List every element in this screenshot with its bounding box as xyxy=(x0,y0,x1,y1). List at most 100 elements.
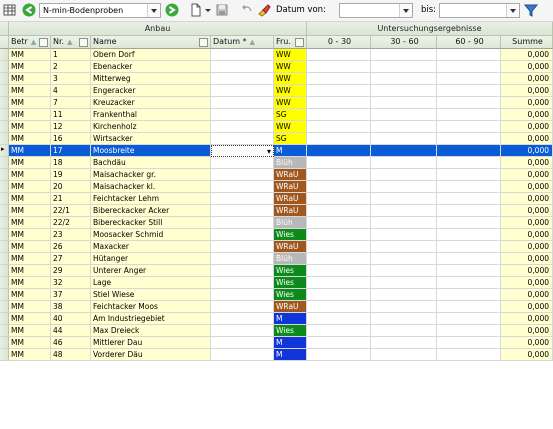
cell-datum[interactable] xyxy=(211,169,274,181)
cell-betr[interactable]: MM xyxy=(9,85,51,97)
cell-nr[interactable]: 37 xyxy=(51,289,91,301)
cell-d60[interactable] xyxy=(437,241,501,253)
filter-icon[interactable] xyxy=(199,38,208,47)
cell-fru[interactable]: Blüh xyxy=(274,217,307,229)
cell-name[interactable]: Am Industriegebiet xyxy=(91,313,211,325)
table-row[interactable]: MM 40 Am Industriegebiet M 0,000 xyxy=(9,313,553,325)
new-document-icon[interactable] xyxy=(190,3,202,18)
cell-d60[interactable] xyxy=(437,193,501,205)
cell-d0[interactable] xyxy=(307,301,371,313)
cell-datum[interactable] xyxy=(211,157,274,169)
table-row[interactable]: MM 7 Kreuzacker WW 0,000 xyxy=(9,97,553,109)
cell-d0[interactable] xyxy=(307,349,371,361)
cell-summe[interactable]: 0,000 xyxy=(501,73,553,85)
cell-summe[interactable]: 0,000 xyxy=(501,229,553,241)
cell-datum[interactable] xyxy=(211,277,274,289)
cell-fru[interactable]: WRaU xyxy=(274,169,307,181)
cell-datum[interactable] xyxy=(211,265,274,277)
cell-betr[interactable]: MM xyxy=(9,145,51,157)
column-header-name[interactable]: Name xyxy=(91,36,211,49)
chevron-down-icon[interactable] xyxy=(147,4,160,17)
row-selector[interactable] xyxy=(0,217,9,229)
cell-betr[interactable]: MM xyxy=(9,49,51,61)
cell-d0[interactable] xyxy=(307,289,371,301)
row-selector[interactable] xyxy=(0,289,9,301)
cell-d0[interactable] xyxy=(307,169,371,181)
cell-datum[interactable] xyxy=(211,61,274,73)
cell-d30[interactable] xyxy=(371,265,437,277)
cell-fru[interactable]: WRaU xyxy=(274,193,307,205)
cell-betr[interactable]: MM xyxy=(9,109,51,121)
cell-d0[interactable] xyxy=(307,229,371,241)
table-row[interactable]: MM 17 Moosbreite ▾ M 0,000 xyxy=(9,145,553,157)
cell-fru[interactable]: M xyxy=(274,313,307,325)
cell-fru[interactable]: Wies xyxy=(274,277,307,289)
cell-fru[interactable]: M xyxy=(274,349,307,361)
table-row[interactable]: MM 20 Maisachacker kl. WRaU 0,000 xyxy=(9,181,553,193)
cell-d30[interactable] xyxy=(371,301,437,313)
filter-icon[interactable] xyxy=(79,38,88,47)
cell-name[interactable]: Obern Dorf xyxy=(91,49,211,61)
cell-datum[interactable] xyxy=(211,313,274,325)
cell-d30[interactable] xyxy=(371,349,437,361)
cell-summe[interactable]: 0,000 xyxy=(501,265,553,277)
cell-summe[interactable]: 0,000 xyxy=(501,61,553,73)
cell-summe[interactable]: 0,000 xyxy=(501,349,553,361)
cell-d30[interactable] xyxy=(371,85,437,97)
row-selector[interactable] xyxy=(0,85,9,97)
cell-name[interactable]: Mittlerer Dau xyxy=(91,337,211,349)
cell-betr[interactable]: MM xyxy=(9,289,51,301)
cell-name[interactable]: Bibereckacker Still xyxy=(91,217,211,229)
filter-funnel-icon[interactable] xyxy=(524,3,538,18)
cell-nr[interactable]: 29 xyxy=(51,265,91,277)
cell-name[interactable]: Kreuzacker xyxy=(91,97,211,109)
cell-summe[interactable]: 0,000 xyxy=(501,205,553,217)
cell-nr[interactable]: 2 xyxy=(51,61,91,73)
cell-d30[interactable] xyxy=(371,289,437,301)
row-selector[interactable] xyxy=(0,205,9,217)
cell-d60[interactable] xyxy=(437,325,501,337)
cell-d30[interactable] xyxy=(371,73,437,85)
cell-nr[interactable]: 16 xyxy=(51,133,91,145)
table-row[interactable]: MM 29 Unterer Anger Wies 0,000 xyxy=(9,265,553,277)
cell-datum[interactable] xyxy=(211,253,274,265)
row-selector[interactable] xyxy=(0,337,9,349)
cell-name[interactable]: Feichtacker Moos xyxy=(91,301,211,313)
cell-fru[interactable]: WW xyxy=(274,85,307,97)
cell-d30[interactable] xyxy=(371,145,437,157)
new-dropdown-chevron-icon[interactable] xyxy=(204,3,212,18)
cell-fru[interactable]: WRaU xyxy=(274,301,307,313)
back-arrow-icon[interactable] xyxy=(22,3,36,18)
cell-nr[interactable]: 22/1 xyxy=(51,205,91,217)
table-row[interactable]: MM 48 Vorderer Däu M 0,000 xyxy=(9,349,553,361)
table-row[interactable]: MM 11 Frankenthal SG 0,000 xyxy=(9,109,553,121)
cell-summe[interactable]: 0,000 xyxy=(501,181,553,193)
cell-nr[interactable]: 27 xyxy=(51,253,91,265)
cell-summe[interactable]: 0,000 xyxy=(501,301,553,313)
table-row[interactable]: MM 32 Lage Wies 0,000 xyxy=(9,277,553,289)
cell-fru[interactable]: Wies xyxy=(274,265,307,277)
cell-nr[interactable]: 23 xyxy=(51,229,91,241)
save-icon[interactable] xyxy=(216,3,229,18)
forward-arrow-icon[interactable] xyxy=(165,3,179,18)
cell-d60[interactable] xyxy=(437,349,501,361)
cell-nr[interactable]: 40 xyxy=(51,313,91,325)
cell-summe[interactable]: 0,000 xyxy=(501,133,553,145)
cell-summe[interactable]: 0,000 xyxy=(501,313,553,325)
cell-d30[interactable] xyxy=(371,109,437,121)
cell-d0[interactable] xyxy=(307,325,371,337)
cell-betr[interactable]: MM xyxy=(9,205,51,217)
cell-name[interactable]: Vorderer Däu xyxy=(91,349,211,361)
cell-datum[interactable] xyxy=(211,193,274,205)
cell-summe[interactable]: 0,000 xyxy=(501,145,553,157)
cell-name[interactable]: Kirchenholz xyxy=(91,121,211,133)
chevron-down-icon[interactable]: ▾ xyxy=(267,146,271,156)
cell-betr[interactable]: MM xyxy=(9,313,51,325)
column-chooser-button[interactable] xyxy=(0,36,9,49)
cell-d30[interactable] xyxy=(371,253,437,265)
undo-icon[interactable] xyxy=(241,3,253,18)
cell-nr[interactable]: 18 xyxy=(51,157,91,169)
cell-nr[interactable]: 48 xyxy=(51,349,91,361)
cell-nr[interactable]: 32 xyxy=(51,277,91,289)
cell-d0[interactable] xyxy=(307,121,371,133)
